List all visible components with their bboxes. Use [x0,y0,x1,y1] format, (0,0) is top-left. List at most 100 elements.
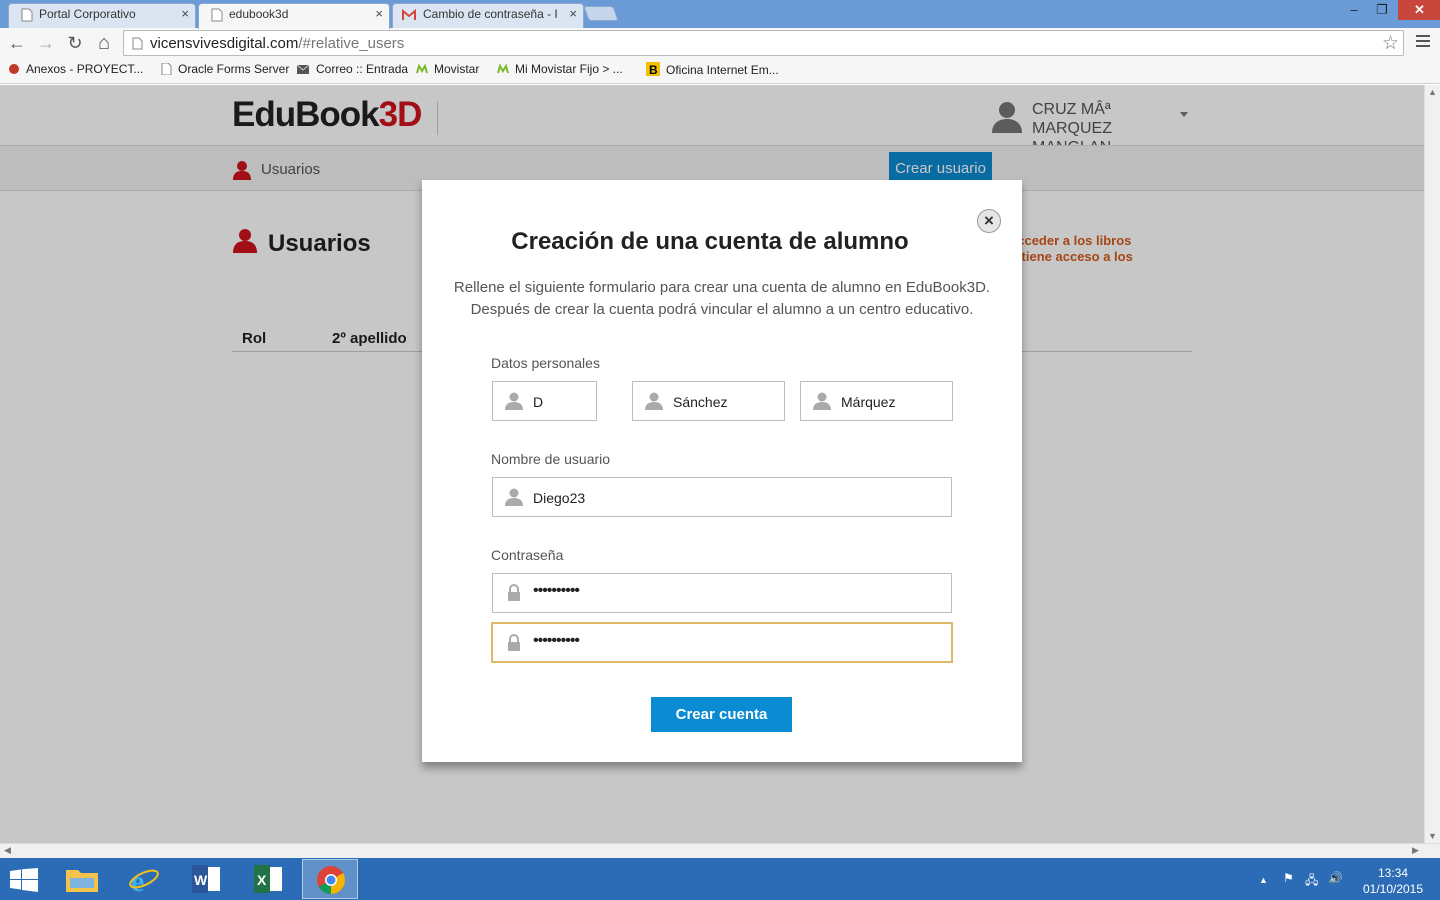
new-tab-button[interactable] [583,6,619,21]
folder-icon [66,870,98,892]
window-close-button[interactable]: ✕ [1398,0,1440,20]
page-icon [132,37,143,50]
tab-close-icon[interactable]: × [375,4,383,24]
address-bar[interactable]: vicensvivesdigital.com/#relative_users ☆ [123,30,1404,56]
taskbar-excel[interactable]: X [240,859,296,899]
tab-portal-corporativo[interactable]: Portal Corporativo × [8,3,196,28]
tab-close-icon[interactable]: × [181,4,189,24]
url-host: vicensvivesdigital.com [150,35,299,52]
user-gray-icon [813,392,831,410]
create-student-modal: × Creación de una cuenta de alumno Relle… [422,180,1022,762]
tab-cambio-contrasena[interactable]: Cambio de contraseña - I × [392,3,584,28]
tab-close-icon[interactable]: × [569,4,577,24]
last-name-2-value: Márquez [841,394,896,410]
clock-time: 13:34 [1377,866,1409,880]
word-icon: W [192,865,220,893]
windows-start-icon[interactable] [10,868,38,892]
tab-title: Portal Corporativo [39,7,136,21]
first-name-input[interactable]: D [492,381,597,421]
volume-icon[interactable]: 🔊 [1328,871,1343,885]
username-input[interactable]: Diego23 [492,477,952,517]
user-gray-icon [505,392,523,410]
scroll-right-icon[interactable]: ▶ [1412,845,1419,856]
chrome-icon [317,866,345,894]
red-ball-icon [9,64,19,74]
windows-taskbar: e W X ▲ ⚑ 🖧 🔊 13:34 01/10/2015 [0,858,1440,900]
chrome-menu-icon[interactable] [1416,35,1430,50]
password-confirm-input[interactable]: •••••••••• [491,622,953,663]
password-confirm-mask: •••••••••• [533,632,580,649]
last-name-2-input[interactable]: Márquez [800,381,953,421]
scroll-left-icon[interactable]: ◀ [4,845,11,856]
bank-b-icon: B [646,62,660,76]
taskbar-chrome[interactable] [302,859,358,899]
last-name-1-value: Sánchez [673,394,728,410]
bookmark-oficina[interactable]: B Oficina Internet Em... [646,62,779,77]
url-text: vicensvivesdigital.com/#relative_users [150,35,404,52]
movistar-icon [497,63,509,74]
scroll-down-icon[interactable]: ▼ [1428,831,1437,841]
user-gray-icon [505,488,523,506]
back-button[interactable]: ← [5,31,29,55]
bookmark-star-icon[interactable]: ☆ [1382,32,1399,55]
password-label: Contraseña [491,547,564,563]
password-input[interactable]: •••••••••• [492,573,952,613]
bookmarks-bar: Anexos - PROYECT... Oracle Forms Server … [0,58,1440,84]
tab-edubook3d[interactable]: edubook3d × [198,3,390,29]
svg-text:W: W [194,872,208,888]
horizontal-scrollbar[interactable]: ◀ ▶ [0,843,1440,858]
modal-description-line2: Después de crear la cuenta podrá vincula… [470,301,974,318]
username-label: Nombre de usuario [491,451,611,467]
gmail-icon [402,9,416,20]
modal-description-line1: Rellene el siguiente formulario para cre… [453,279,991,296]
bookmark-mi-movistar[interactable]: Mi Movistar Fijo > ... [497,62,623,76]
taskbar-file-explorer[interactable] [54,859,110,899]
lock-icon [508,584,520,601]
tray-expand-icon[interactable]: ▲ [1259,875,1268,885]
bookmark-movistar[interactable]: Movistar [416,62,479,76]
home-button[interactable]: ⌂ [92,31,116,55]
page-icon [21,8,33,22]
tab-title: edubook3d [229,7,289,21]
forward-button[interactable]: → [34,31,58,55]
internet-explorer-icon: e [129,865,159,894]
svg-text:B: B [649,63,658,76]
taskbar-clock[interactable]: 13:34 01/10/2015 [1358,865,1428,897]
last-name-1-input[interactable]: Sánchez [632,381,785,421]
bookmark-label: Oficina Internet Em... [666,63,779,77]
bookmark-label: Anexos - PROYECT... [26,62,144,76]
bookmark-correo[interactable]: Correo :: Entrada [296,62,408,76]
taskbar-word[interactable]: W [178,859,234,899]
scroll-up-icon[interactable]: ▲ [1428,87,1437,97]
browser-titlebar: Portal Corporativo × edubook3d × Cambio … [0,0,1440,29]
browser-toolbar: ← → ↻ ⌂ vicensvivesdigital.com/#relative… [0,28,1440,58]
bookmark-anexos[interactable]: Anexos - PROYECT... [8,62,143,76]
flag-icon[interactable]: ⚑ [1283,871,1294,885]
excel-icon: X [254,865,282,893]
bookmark-label: Oracle Forms Server [178,62,290,76]
taskbar-internet-explorer[interactable]: e [116,859,172,899]
network-icon[interactable]: 🖧 [1305,871,1318,892]
clock-date: 01/10/2015 [1362,882,1424,896]
minimize-button[interactable]: – [1340,0,1368,20]
tab-title: Cambio de contraseña - I [423,7,558,21]
lock-icon [508,634,520,651]
create-account-button[interactable]: Crear cuenta [651,697,792,732]
username-value: Diego23 [533,490,586,506]
bookmark-label: Movistar [434,62,480,76]
envelope-icon [296,64,310,74]
bookmark-label: Mi Movistar Fijo > ... [515,62,623,76]
movistar-icon [416,63,428,74]
page-icon [211,8,223,22]
first-name-value: D [533,394,544,410]
page-icon [161,63,172,75]
reload-button[interactable]: ↻ [63,31,87,55]
personal-data-label: Datos personales [491,355,600,371]
svg-text:X: X [257,872,267,888]
bookmark-label: Correo :: Entrada [316,62,409,76]
vertical-scrollbar[interactable]: ▲ ▼ [1424,85,1440,843]
bookmark-oracle[interactable]: Oracle Forms Server [160,62,289,76]
url-path: /#relative_users [298,35,405,52]
page-viewport: EduBook3D CRUZ MÂª MARQUEZ MANGLAN... Us… [0,85,1424,843]
maximize-button[interactable]: ❐ [1368,0,1396,20]
